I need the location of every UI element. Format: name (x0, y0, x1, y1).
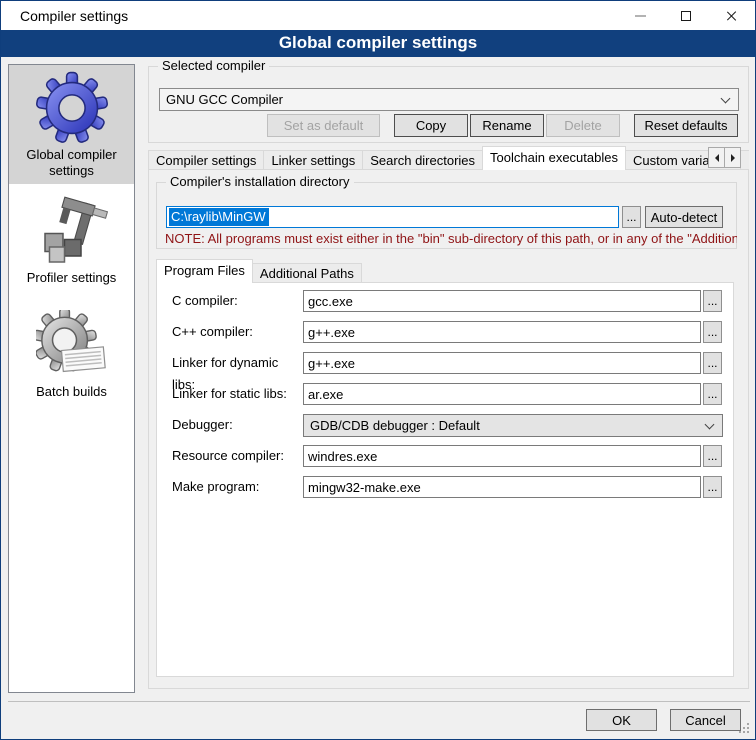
tab-program-files[interactable]: Program Files (156, 259, 253, 283)
program-files-tabstrip: Program FilesAdditional Paths (156, 259, 736, 283)
sidebar-item-batch-builds[interactable]: Batch builds (9, 310, 134, 400)
ok-button[interactable]: OK (586, 709, 657, 731)
linker-dynamic-browse-button[interactable]: ... (703, 352, 722, 374)
minimize-icon (635, 15, 646, 17)
blue-gear-icon (35, 71, 109, 145)
tab-additional-paths[interactable]: Additional Paths (252, 263, 362, 283)
selected-compiler-group-label: Selected compiler (158, 58, 269, 73)
close-button[interactable] (709, 1, 755, 30)
linker-dynamic-input[interactable] (303, 352, 701, 374)
c-compiler-browse-button[interactable]: ... (703, 290, 722, 312)
sidebar-item-label: Batch builds (9, 384, 134, 400)
chevron-down-icon (721, 94, 731, 104)
linker-dynamic-label: Linker for dynamic libs: (172, 352, 300, 374)
c-compiler-input[interactable] (303, 290, 701, 312)
debugger-value: GDB/CDB debugger : Default (310, 418, 480, 433)
sidebar-item-label: Global compiler settings (9, 147, 134, 179)
caliper-icon (36, 196, 108, 268)
caption-buttons (617, 1, 755, 30)
resource-compiler-label: Resource compiler: (172, 445, 300, 467)
resource-compiler-input[interactable] (303, 445, 701, 467)
linker-static-browse-button[interactable]: ... (703, 383, 722, 405)
scroll-left-icon (715, 154, 719, 162)
settings-category-list: Global compiler settings Profiler settin… (8, 64, 135, 693)
selected-compiler-group: Selected compiler GNU GCC Compiler Set a… (148, 66, 749, 143)
installation-directory-group-label: Compiler's installation directory (166, 174, 354, 189)
sidebar-item-label: Profiler settings (9, 270, 134, 286)
window-title: Compiler settings (1, 8, 128, 24)
compiler-settings-dialog: Compiler settings Global compiler settin… (0, 0, 756, 740)
installation-directory-value: C:\raylib\MinGW (169, 208, 269, 226)
tab-linker-settings[interactable]: Linker settings (263, 150, 363, 170)
directory-browse-button[interactable]: ... (622, 206, 641, 228)
cpp-compiler-label: C++ compiler: (172, 321, 300, 343)
chevron-down-icon (705, 420, 715, 430)
tab-toolchain-executables[interactable]: Toolchain executables (482, 146, 626, 170)
installation-directory-input[interactable]: C:\raylib\MinGW (166, 206, 619, 228)
auto-detect-button[interactable]: Auto-detect (645, 206, 723, 228)
resource-compiler-browse-button[interactable]: ... (703, 445, 722, 467)
resize-grip[interactable] (747, 731, 749, 733)
maximize-button[interactable] (663, 1, 709, 30)
main-tabstrip: Compiler settingsLinker settingsSearch d… (148, 146, 749, 170)
debugger-label: Debugger: (172, 414, 300, 436)
tab-scroll-left-button[interactable] (708, 147, 725, 168)
make-program-label: Make program: (172, 476, 300, 498)
footer-divider (8, 701, 750, 702)
gray-gear-stack-icon (36, 310, 108, 382)
debugger-combobox[interactable]: GDB/CDB debugger : Default (303, 414, 723, 437)
scroll-right-icon (731, 154, 735, 162)
linker-static-input[interactable] (303, 383, 701, 405)
close-icon (726, 10, 738, 22)
titlebar: Compiler settings (1, 1, 755, 30)
rename-button[interactable]: Rename (470, 114, 544, 137)
tab-compiler-settings[interactable]: Compiler settings (148, 150, 264, 170)
selected-compiler-value: GNU GCC Compiler (166, 92, 283, 107)
make-program-browse-button[interactable]: ... (703, 476, 722, 498)
delete-button[interactable]: Delete (546, 114, 620, 137)
copy-button[interactable]: Copy (394, 114, 468, 137)
c-compiler-label: C compiler: (172, 290, 300, 312)
make-program-input[interactable] (303, 476, 701, 498)
reset-defaults-button[interactable]: Reset defaults (634, 114, 738, 137)
dialog-header: Global compiler settings (1, 30, 755, 57)
maximize-icon (681, 11, 691, 21)
sidebar-item-global-compiler-settings[interactable]: Global compiler settings (9, 65, 134, 184)
cpp-compiler-input[interactable] (303, 321, 701, 343)
tab-scroll-right-button[interactable] (724, 147, 741, 168)
set-as-default-button[interactable]: Set as default (267, 114, 380, 137)
tab-build-options[interactable]: Build options (740, 150, 749, 170)
compiler-buttons-row: Set as default Copy Rename Delete Reset … (267, 114, 738, 137)
bin-subdirectory-note: NOTE: All programs must exist either in … (165, 231, 737, 246)
minimize-button[interactable] (617, 1, 663, 30)
linker-static-label: Linker for static libs: (172, 383, 300, 405)
tab-search-directories[interactable]: Search directories (362, 150, 483, 170)
cpp-compiler-browse-button[interactable]: ... (703, 321, 722, 343)
cancel-button[interactable]: Cancel (670, 709, 741, 731)
selected-compiler-combobox[interactable]: GNU GCC Compiler (159, 88, 739, 111)
sidebar-item-profiler-settings[interactable]: Profiler settings (9, 196, 134, 286)
